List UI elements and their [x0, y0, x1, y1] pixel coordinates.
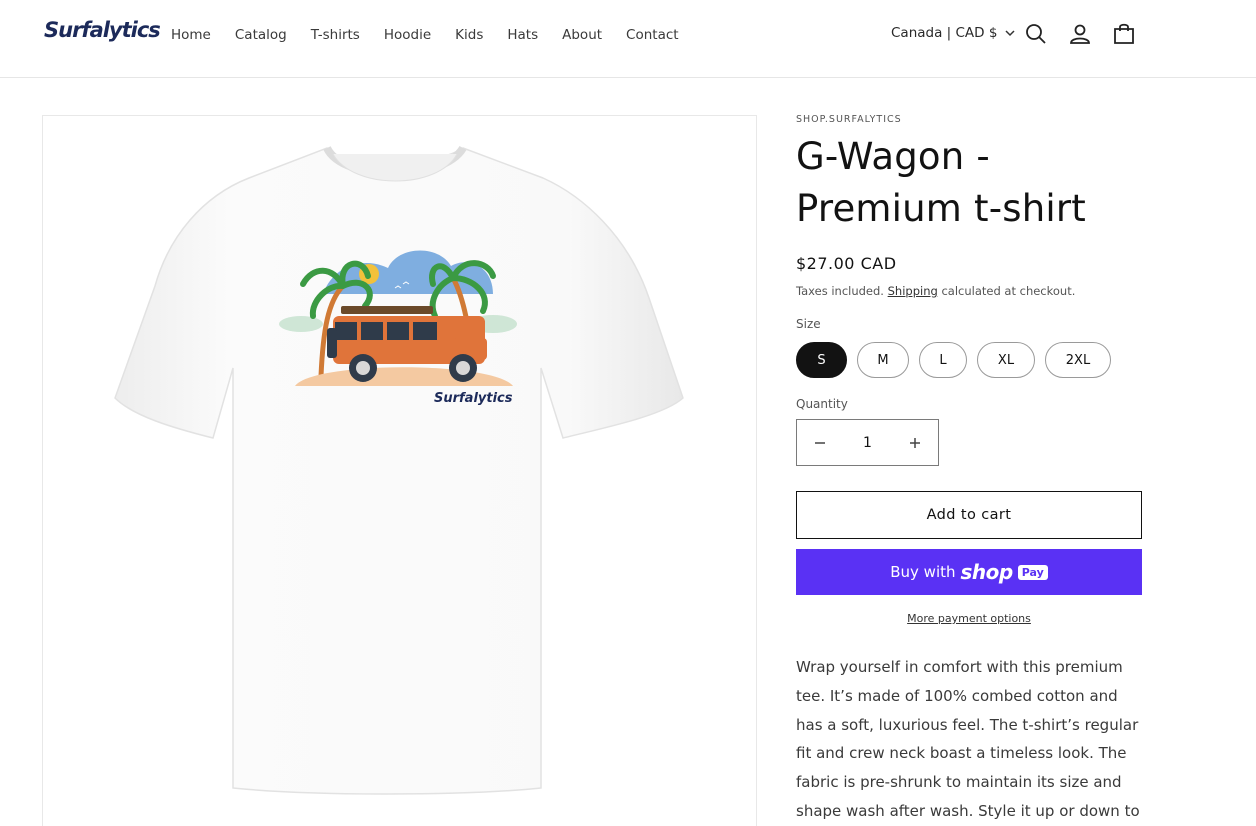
- product-description: Wrap yourself in comfort with this premi…: [796, 658, 1140, 820]
- buy-with-label: Buy with: [890, 563, 956, 581]
- quantity-stepper: 1: [796, 419, 939, 466]
- size-options: S M L XL 2XL: [796, 342, 1146, 378]
- size-option-m[interactable]: M: [857, 342, 909, 378]
- nav-hoodie[interactable]: Hoodie: [384, 26, 431, 44]
- product-info: SHOP.SURFALYTICS G-Wagon - Premium t-shi…: [796, 114, 1146, 826]
- product-image[interactable]: Surfalytics: [42, 115, 757, 826]
- account-icon[interactable]: [1068, 22, 1092, 46]
- product-price: $27.00 CAD: [796, 254, 897, 273]
- size-option-xl[interactable]: XL: [977, 342, 1035, 378]
- search-icon[interactable]: [1024, 22, 1048, 46]
- nav-kids[interactable]: Kids: [455, 26, 483, 44]
- vendor-label: SHOP.SURFALYTICS: [796, 114, 902, 125]
- nav-home[interactable]: Home: [171, 26, 211, 44]
- size-option-s[interactable]: S: [796, 342, 847, 378]
- main-nav: Home Catalog T-shirts Hoodie Kids Hats A…: [171, 26, 703, 44]
- shop-pay-button[interactable]: Buy with shop Pay: [796, 549, 1142, 595]
- product-title: G-Wagon - Premium t-shirt: [796, 135, 1086, 230]
- shop-logo-text: shop: [960, 560, 1014, 584]
- more-payment-options-link[interactable]: More payment options: [796, 612, 1142, 625]
- nav-hats[interactable]: Hats: [507, 26, 538, 44]
- add-to-cart-button[interactable]: Add to cart: [796, 491, 1142, 539]
- nav-tshirts[interactable]: T-shirts: [311, 26, 360, 44]
- minus-icon: [815, 441, 825, 444]
- tax-suffix: calculated at checkout.: [941, 284, 1076, 298]
- increase-quantity-button[interactable]: [892, 420, 938, 465]
- size-option-2xl[interactable]: 2XL: [1045, 342, 1111, 378]
- tax-prefix: Taxes included.: [796, 284, 884, 298]
- size-option-l[interactable]: L: [919, 342, 967, 378]
- size-label: Size: [796, 317, 821, 331]
- quantity-label: Quantity: [796, 397, 848, 411]
- decrease-quantity-button[interactable]: [797, 420, 843, 465]
- quantity-input[interactable]: 1: [844, 435, 892, 451]
- nav-about[interactable]: About: [562, 26, 602, 44]
- country-label: Canada | CAD $: [891, 25, 998, 41]
- country-selector[interactable]: Canada | CAD $: [891, 25, 1015, 41]
- site-header: Surfalytics Home Catalog T-shirts Hoodie…: [0, 0, 1256, 78]
- plus-icon: [910, 437, 920, 448]
- tshirt-brand-text: Surfalytics: [434, 391, 513, 406]
- pay-badge: Pay: [1017, 564, 1048, 580]
- shipping-link[interactable]: Shipping: [888, 284, 938, 298]
- tshirt-illustration: Surfalytics: [114, 145, 684, 795]
- chevron-down-icon: [1005, 29, 1015, 36]
- nav-contact[interactable]: Contact: [626, 26, 679, 44]
- cart-icon[interactable]: [1112, 22, 1136, 46]
- tax-note: Taxes included. Shipping calculated at c…: [796, 284, 1146, 298]
- site-logo[interactable]: Surfalytics: [44, 18, 161, 42]
- nav-catalog[interactable]: Catalog: [235, 26, 287, 44]
